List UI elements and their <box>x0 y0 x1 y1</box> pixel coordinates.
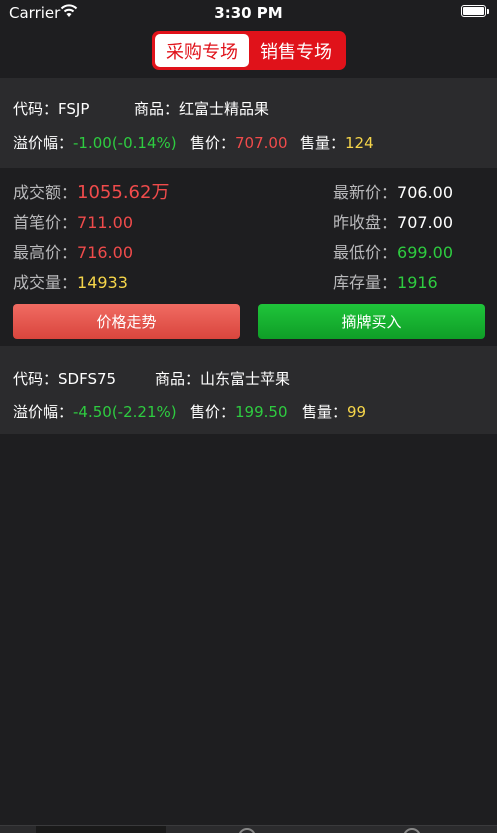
item-volume: 99 <box>347 403 367 421</box>
high-price-value: 716.00 <box>77 243 133 262</box>
tab-sales[interactable]: 销售专场 <box>249 34 343 67</box>
first-price-value: 711.00 <box>77 213 133 232</box>
item-name-row: 商品：山东富士苹果 <box>155 370 291 388</box>
tab-icon[interactable] <box>238 828 256 833</box>
price-trend-button[interactable]: 价格走势 <box>13 304 240 339</box>
latest-price-row: 最新价：706.00 <box>333 183 453 202</box>
item-name: 山东富士苹果 <box>200 370 291 388</box>
item-volume-row: 售量：124 <box>300 134 374 152</box>
item-volume-row: 售量：99 <box>302 403 367 421</box>
item-name-row: 商品：红富士精品果 <box>134 100 270 118</box>
first-price-row: 首笔价：711.00 <box>13 213 133 232</box>
item-code-row: 代码：FSJP <box>13 100 90 118</box>
low-price-row: 最低价：699.00 <box>333 243 453 262</box>
stock-value: 1916 <box>397 273 438 292</box>
latest-price-value: 706.00 <box>397 183 453 202</box>
low-price-value: 699.00 <box>397 243 453 262</box>
market-segment-control: 采购专场 销售专场 <box>152 31 346 70</box>
prev-close-row: 昨收盘：707.00 <box>333 213 453 232</box>
item-code-row: 代码：SDFS75 <box>13 370 117 388</box>
tab-bar-active-segment[interactable] <box>36 826 166 833</box>
item-price-row: 售价：707.00 <box>190 134 288 152</box>
item-code: FSJP <box>58 100 90 118</box>
item-premium-row: 溢价幅：-1.00(-0.14%) <box>13 134 177 152</box>
item-name: 红富士精品果 <box>179 100 270 118</box>
item-card-1[interactable]: 代码：FSJP 商品：红富士精品果 溢价幅：-1.00(-0.14%) 售价：7… <box>0 78 497 168</box>
item-card-2[interactable]: 代码：SDFS75 商品：山东富士苹果 溢价幅：-4.50(-2.21%) 售价… <box>0 346 497 434</box>
item-premium: -1.00(-0.14%) <box>73 134 177 152</box>
item-code: SDFS75 <box>58 370 117 388</box>
item-premium-row: 溢价幅：-4.50(-2.21%) <box>13 403 177 421</box>
turnover-row: 成交额：1055.62万 <box>13 182 170 203</box>
deal-volume-value: 14933 <box>77 273 128 292</box>
prev-close-value: 707.00 <box>397 213 453 232</box>
delist-buy-button[interactable]: 摘牌买入 <box>258 304 485 339</box>
item-price-row: 售价：199.50 <box>190 403 288 421</box>
item-volume: 124 <box>345 134 374 152</box>
turnover-value: 1055.62万 <box>77 182 170 203</box>
item-premium: -4.50(-2.21%) <box>73 403 177 421</box>
deal-volume-row: 成交量：14933 <box>13 273 128 292</box>
bottom-tab-bar <box>0 825 497 833</box>
clock: 3:30 PM <box>214 4 283 22</box>
item-price: 199.50 <box>235 403 288 421</box>
battery-icon <box>461 5 486 17</box>
tab-purchase[interactable]: 采购专场 <box>155 34 249 67</box>
stock-row: 库存量：1916 <box>333 273 438 292</box>
status-bar: Carrier 3:30 PM <box>0 0 497 26</box>
tab-icon[interactable] <box>403 828 421 833</box>
battery-tip <box>487 9 489 14</box>
high-price-row: 最高价：716.00 <box>13 243 133 262</box>
item-price: 707.00 <box>235 134 288 152</box>
